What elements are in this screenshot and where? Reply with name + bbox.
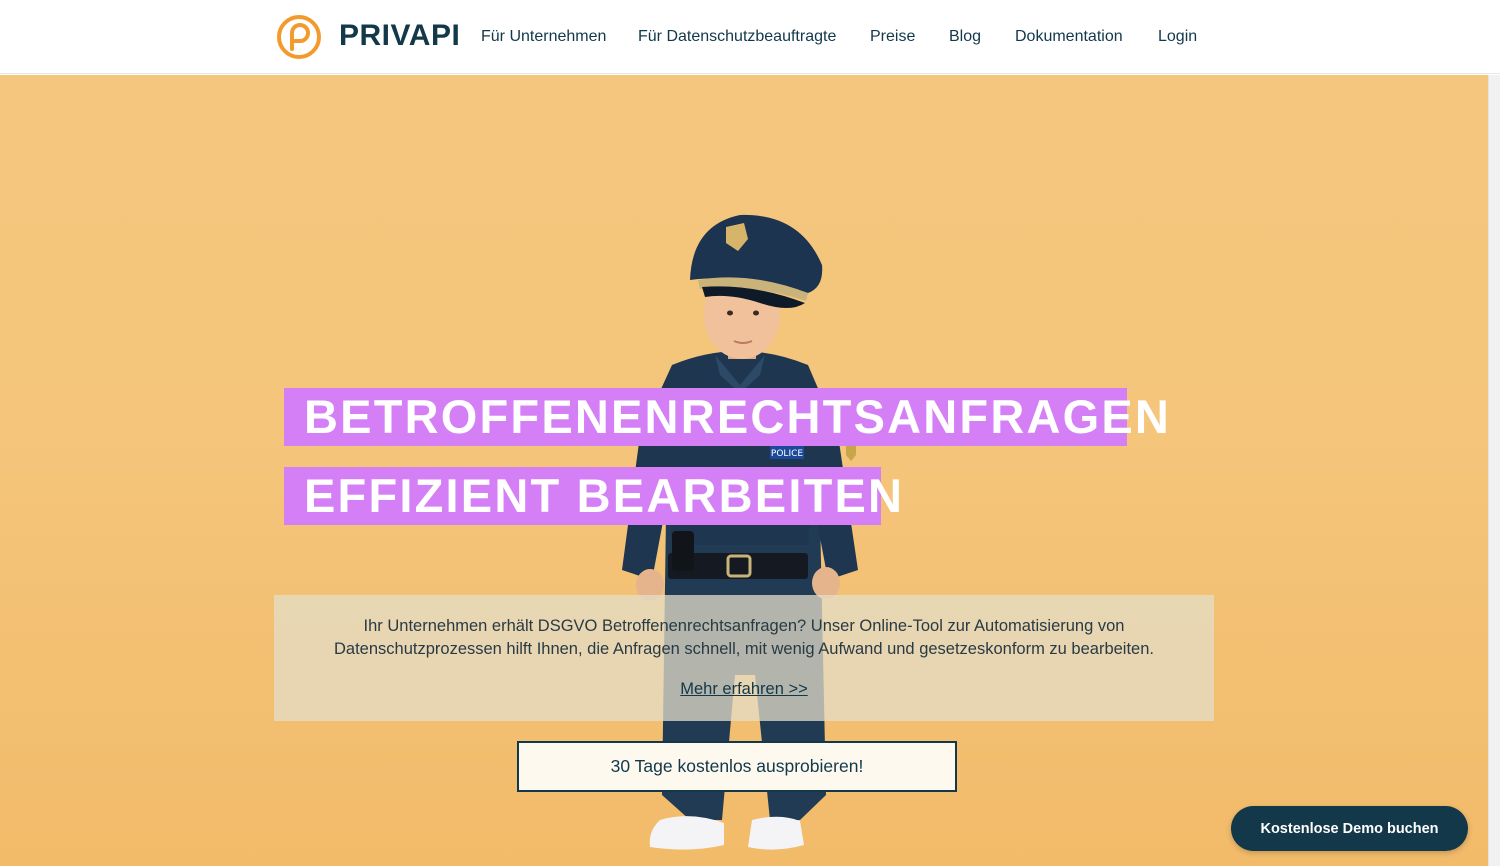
hero-headline-line2: EFFIZIENT BEARBEITEN bbox=[284, 467, 902, 525]
book-demo-button[interactable]: Kostenlose Demo buchen bbox=[1231, 806, 1468, 851]
police-badge-text: POLICE bbox=[771, 449, 803, 459]
privapi-logo-icon[interactable] bbox=[276, 14, 322, 60]
nav-fuer-unternehmen[interactable]: Für Unternehmen bbox=[481, 28, 606, 46]
nav-blog[interactable]: Blog bbox=[949, 28, 981, 46]
hero-description-box: Ihr Unternehmen erhält DSGVO Betroffenen… bbox=[274, 595, 1214, 721]
nav-dokumentation[interactable]: Dokumentation bbox=[1015, 28, 1123, 46]
nav-fuer-datenschutzbeauftragte[interactable]: Für Datenschutzbeauftragte bbox=[638, 28, 836, 46]
brand-name[interactable]: PRIVAPI bbox=[339, 19, 460, 53]
hero-description: Ihr Unternehmen erhält DSGVO Betroffenen… bbox=[334, 617, 1154, 658]
page-scrollbar[interactable] bbox=[1488, 75, 1500, 866]
hero-section: POLICE BETROFFENENRECHTSANFRAGEN EFFIZIE… bbox=[0, 75, 1488, 866]
nav-login[interactable]: Login bbox=[1158, 28, 1197, 46]
nav-preise[interactable]: Preise bbox=[870, 28, 915, 46]
site-header: PRIVAPI Für Unternehmen Für Datenschutzb… bbox=[0, 0, 1500, 74]
hero-headline-line1: BETROFFENENRECHTSANFRAGEN bbox=[284, 388, 1169, 446]
trial-button[interactable]: 30 Tage kostenlos ausprobieren! bbox=[517, 741, 957, 792]
more-link[interactable]: Mehr erfahren >> bbox=[274, 680, 1214, 699]
